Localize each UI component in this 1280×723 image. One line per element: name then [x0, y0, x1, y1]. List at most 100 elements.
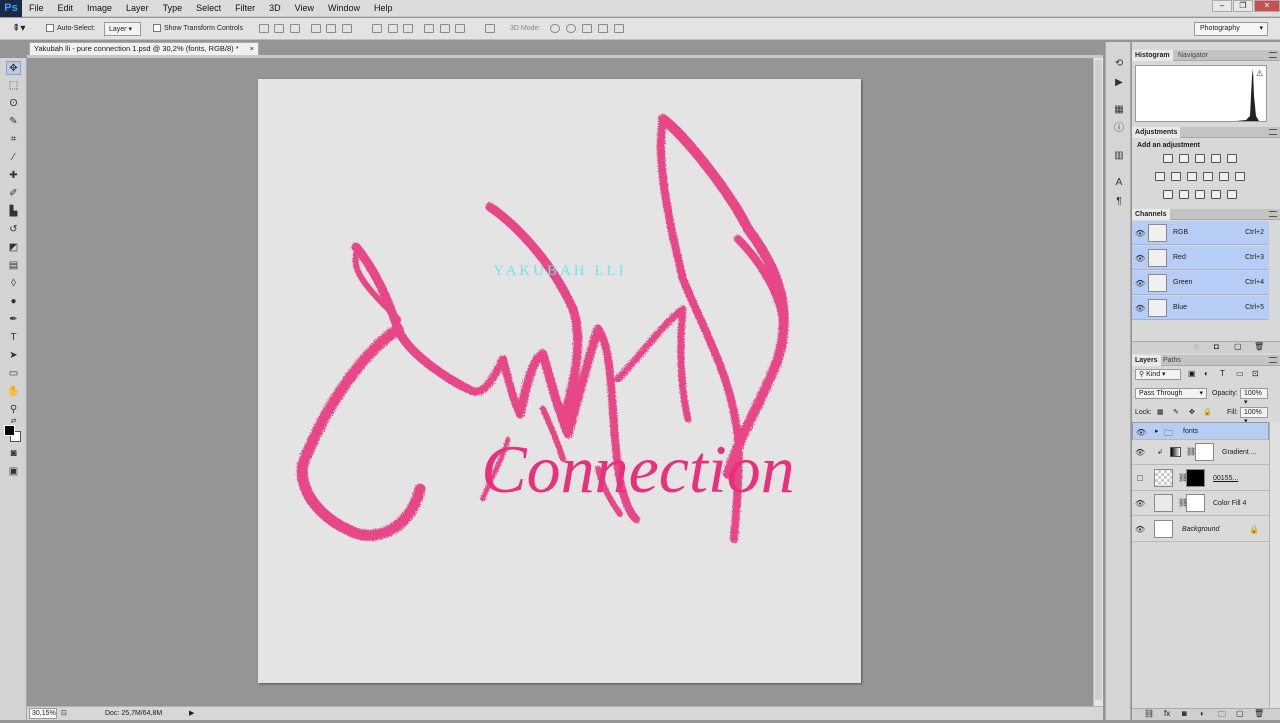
- auto-align-icon[interactable]: [485, 24, 495, 33]
- eye-icon[interactable]: 👁: [1135, 448, 1145, 457]
- status-menu-arrow-icon[interactable]: ▶: [189, 707, 194, 720]
- layer-mask-thumbnail[interactable]: [1195, 443, 1214, 461]
- hue-saturation-icon[interactable]: [1155, 172, 1165, 181]
- quick-mask-icon[interactable]: ◙: [6, 447, 21, 461]
- exposure-icon[interactable]: [1211, 154, 1221, 163]
- eye-icon[interactable]: 👁: [1135, 525, 1145, 534]
- path-select-tool-icon[interactable]: ➤: [6, 349, 21, 363]
- quick-select-tool-icon[interactable]: ✎: [6, 115, 21, 129]
- color-balance-icon[interactable]: [1171, 172, 1181, 181]
- opacity-field[interactable]: 100% ▾: [1240, 388, 1268, 406]
- new-layer-icon[interactable]: ▢: [1236, 709, 1244, 718]
- posterize-icon[interactable]: [1179, 190, 1189, 199]
- layer-mask-thumbnail[interactable]: [1186, 494, 1205, 512]
- filter-smart-object-icon[interactable]: ⊡: [1252, 369, 1259, 378]
- save-selection-icon[interactable]: ◘: [1214, 342, 1219, 351]
- brightness-icon[interactable]: [1163, 154, 1173, 163]
- layer-style-icon[interactable]: fx: [1164, 709, 1170, 718]
- channel-row[interactable]: 👁 Green Ctrl+4: [1132, 271, 1269, 295]
- document-canvas[interactable]: YAKUBAH LLI Connection: [258, 79, 861, 683]
- vibrance-icon[interactable]: [1227, 154, 1237, 163]
- auto-select-dropdown[interactable]: Layer ▾: [104, 22, 141, 36]
- properties-icon[interactable]: ▦: [1112, 103, 1126, 116]
- menu-filter[interactable]: Filter: [228, 0, 262, 17]
- menu-window[interactable]: Window: [321, 0, 367, 17]
- align-hcenter-icon[interactable]: [326, 24, 336, 33]
- align-bottom-icon[interactable]: [290, 24, 300, 33]
- status-icon[interactable]: ⊡: [61, 707, 67, 720]
- layer-row[interactable]: ⛓ 00155...: [1132, 466, 1269, 491]
- lock-image-icon[interactable]: ✎: [1173, 407, 1179, 418]
- channel-row[interactable]: 👁 Red Ctrl+3: [1132, 246, 1269, 270]
- paragraph-icon[interactable]: ¶: [1112, 195, 1126, 208]
- menu-3d[interactable]: 3D: [262, 0, 288, 17]
- menu-image[interactable]: Image: [80, 0, 119, 17]
- eye-icon[interactable]: 👁: [1135, 279, 1145, 288]
- show-transform-checkbox[interactable]: Show Transform Controls: [153, 22, 243, 36]
- restore-icon[interactable]: ❐: [1233, 0, 1253, 12]
- canvas-vertical-scrollbar[interactable]: [1093, 58, 1103, 706]
- photo-filter-icon[interactable]: [1203, 172, 1213, 181]
- move-tool-icon[interactable]: ✥: [6, 61, 21, 75]
- eye-icon[interactable]: 👁: [1135, 499, 1145, 508]
- visibility-empty-icon[interactable]: [1137, 475, 1143, 481]
- 3d-slide-icon[interactable]: [598, 24, 608, 33]
- curves-icon[interactable]: [1195, 154, 1205, 163]
- history-icon[interactable]: ⟲: [1112, 57, 1126, 70]
- close-window-icon[interactable]: ✕: [1254, 0, 1280, 12]
- crop-tool-icon[interactable]: ⌗: [6, 133, 21, 147]
- distribute-hcenter-icon[interactable]: [440, 24, 450, 33]
- load-selection-icon[interactable]: ◌: [1194, 342, 1199, 351]
- new-channel-icon[interactable]: ▢: [1234, 342, 1242, 351]
- auto-select-checkbox[interactable]: Auto-Select:: [46, 22, 95, 36]
- lock-position-icon[interactable]: ✥: [1189, 407, 1195, 418]
- layer-thumbnail[interactable]: [1154, 520, 1173, 538]
- eye-icon[interactable]: 👁: [1135, 304, 1145, 313]
- channel-row[interactable]: 👁 RGB Ctrl+2: [1132, 221, 1269, 245]
- actions-play-icon[interactable]: ▶: [1112, 76, 1126, 89]
- menu-type[interactable]: Type: [156, 0, 190, 17]
- eye-icon[interactable]: 👁: [1136, 428, 1146, 437]
- eye-icon[interactable]: 👁: [1135, 254, 1145, 263]
- add-mask-icon[interactable]: ◙: [1182, 709, 1187, 718]
- layer-thumbnail[interactable]: [1154, 469, 1173, 487]
- eraser-tool-icon[interactable]: ◩: [6, 241, 21, 255]
- minimize-icon[interactable]: –: [1212, 0, 1232, 12]
- brush-tool-icon[interactable]: ✐: [6, 187, 21, 201]
- screen-mode-icon[interactable]: ▣: [6, 465, 21, 479]
- distribute-left-icon[interactable]: [424, 24, 434, 33]
- tab-channels[interactable]: Channels: [1132, 209, 1170, 220]
- gradient-tool-icon[interactable]: ▤: [6, 259, 21, 273]
- new-adjustment-icon[interactable]: ◐: [1200, 709, 1205, 718]
- layer-row[interactable]: 👁 ▸ 🗀 fonts: [1132, 422, 1269, 440]
- layer-row[interactable]: 👁 Background 🔒: [1132, 517, 1269, 542]
- delete-layer-icon[interactable]: 🗑: [1254, 709, 1264, 718]
- color-lookup-icon[interactable]: [1235, 172, 1245, 181]
- layers-scrollbar[interactable]: [1269, 422, 1280, 708]
- blur-tool-icon[interactable]: ◊: [6, 277, 21, 291]
- document-tab[interactable]: Yakubah lli - pure connection 1.psd @ 30…: [29, 42, 259, 55]
- menu-select[interactable]: Select: [189, 0, 228, 17]
- lasso-tool-icon[interactable]: ʘ: [6, 97, 21, 111]
- levels-icon[interactable]: [1179, 154, 1189, 163]
- distribute-vcenter-icon[interactable]: [388, 24, 398, 33]
- history-brush-icon[interactable]: ↺: [6, 223, 21, 237]
- stamp-tool-icon[interactable]: ▙: [6, 205, 21, 219]
- tab-layers[interactable]: Layers: [1132, 355, 1161, 366]
- zoom-level-field[interactable]: 30,15%: [29, 708, 57, 719]
- distribute-bottom-icon[interactable]: [403, 24, 413, 33]
- hand-tool-icon[interactable]: ✋: [6, 385, 21, 399]
- align-top-icon[interactable]: [259, 24, 269, 33]
- workspace-switcher[interactable]: Photography ▾: [1194, 22, 1268, 36]
- gradient-map-icon[interactable]: [1227, 190, 1237, 199]
- panel-menu-icon[interactable]: [1269, 357, 1277, 363]
- 3d-pan-icon[interactable]: [582, 24, 592, 33]
- link-layers-icon[interactable]: ⛓: [1144, 709, 1154, 718]
- channel-row[interactable]: 👁 Blue Ctrl+5: [1132, 296, 1269, 320]
- tab-paths[interactable]: Paths: [1160, 355, 1184, 366]
- 3d-roll-icon[interactable]: [566, 24, 576, 33]
- foreground-color-swatch[interactable]: [4, 425, 15, 436]
- lock-all-icon[interactable]: 🔒: [1203, 407, 1212, 418]
- tab-navigator[interactable]: Navigator: [1175, 50, 1211, 61]
- scrollbar-thumb[interactable]: [1095, 60, 1102, 700]
